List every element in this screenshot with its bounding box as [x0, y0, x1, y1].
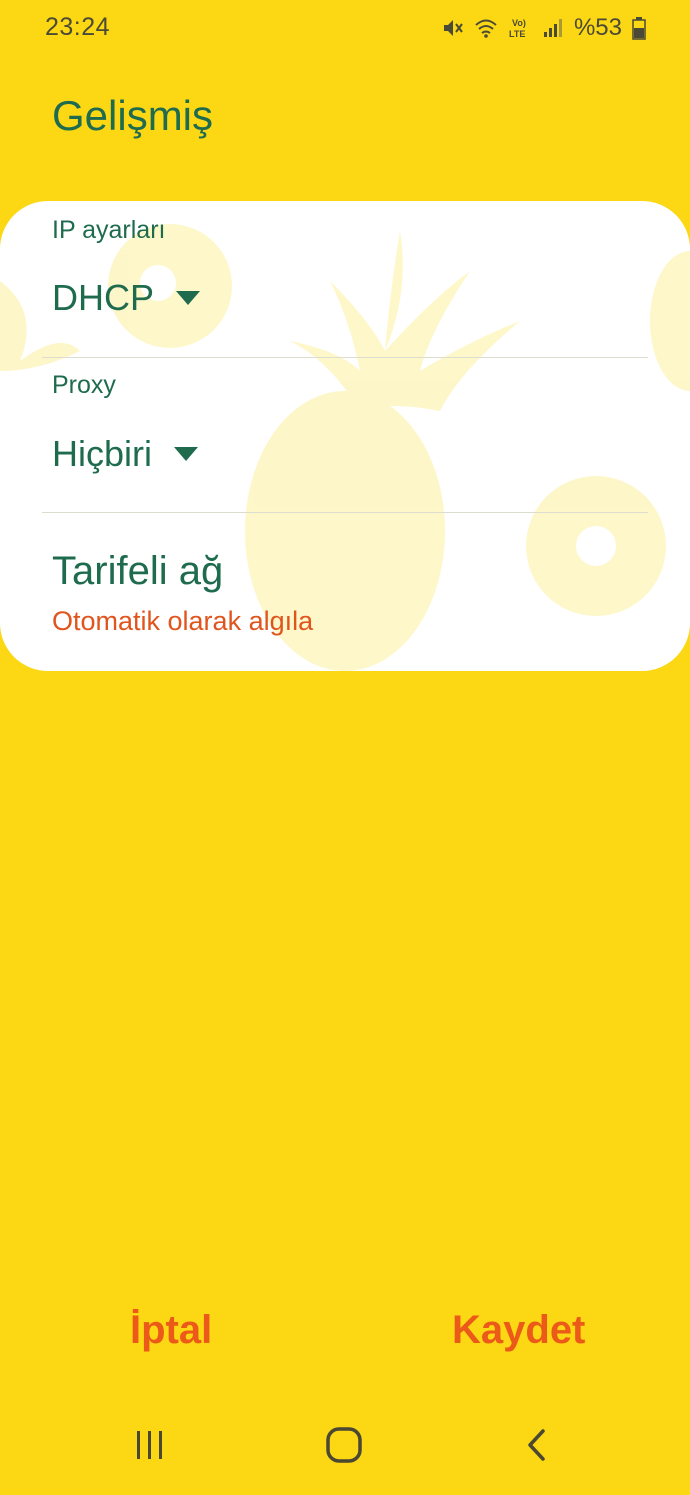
proxy-value: Hiçbiri — [52, 433, 153, 474]
save-button[interactable]: Kaydet — [452, 1308, 585, 1353]
proxy-label: Proxy — [52, 371, 116, 399]
svg-text:Vo): Vo) — [512, 18, 526, 28]
cancel-button[interactable]: İptal — [130, 1308, 212, 1353]
battery-icon — [632, 16, 646, 40]
ip-settings-label: IP ayarları — [52, 216, 166, 244]
page-title: Gelişmiş — [52, 92, 214, 139]
metered-network-status: Otomatik olarak algıla — [52, 606, 314, 636]
dropdown-arrow-icon — [176, 291, 201, 305]
svg-text:LTE: LTE — [509, 29, 525, 39]
mute-icon — [442, 17, 464, 39]
dropdown-arrow-icon — [174, 447, 199, 461]
ip-settings-dropdown[interactable]: DHCP — [52, 277, 201, 319]
advanced-settings-card: IP ayarları DHCP Proxy Hiçbiri Tarifeli … — [0, 201, 690, 671]
home-button[interactable] — [314, 1422, 374, 1472]
status-bar: 23:24 Vo) LTE %53 — [0, 0, 690, 56]
status-time: 23:24 — [45, 13, 111, 41]
home-icon — [325, 1426, 363, 1469]
battery-percentage: %53 — [573, 14, 622, 41]
status-icons: Vo) LTE %53 — [442, 14, 646, 42]
divider — [42, 512, 648, 513]
proxy-dropdown[interactable]: Hiçbiri — [52, 433, 199, 475]
recent-apps-icon — [133, 1428, 167, 1467]
back-icon — [521, 1428, 555, 1467]
screen: 23:24 Vo) LTE %53 Gelişmiş IP ayarları D… — [0, 0, 690, 1495]
wifi-icon — [474, 17, 498, 39]
metered-network-title: Tarifeli ağ — [52, 549, 224, 593]
navigation-bar — [0, 1400, 690, 1495]
volte-icon: Vo) LTE — [508, 16, 532, 40]
divider — [42, 357, 648, 358]
card-content: IP ayarları DHCP Proxy Hiçbiri Tarifeli … — [0, 201, 690, 671]
back-button[interactable] — [508, 1422, 568, 1472]
signal-icon — [542, 17, 564, 39]
ip-settings-value: DHCP — [52, 277, 155, 318]
recent-apps-button[interactable] — [120, 1422, 180, 1472]
